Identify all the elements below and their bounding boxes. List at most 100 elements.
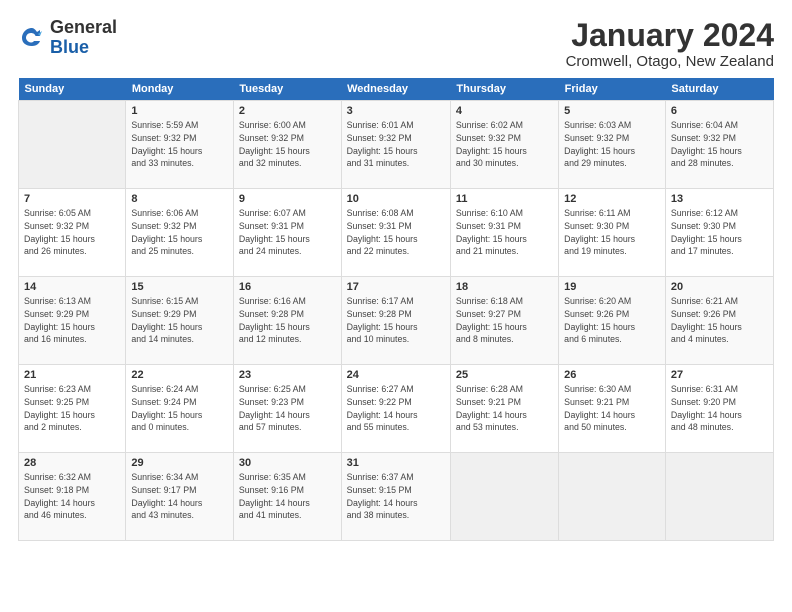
day-info: Sunrise: 6:35 AM Sunset: 9:16 PM Dayligh… — [239, 471, 336, 522]
calendar-cell — [450, 453, 558, 541]
day-number: 27 — [671, 369, 768, 381]
day-info: Sunrise: 6:24 AM Sunset: 9:24 PM Dayligh… — [131, 383, 228, 434]
calendar-cell: 17 Sunrise: 6:17 AM Sunset: 9:28 PM Dayli… — [341, 277, 450, 365]
weekday-header-wednesday: Wednesday — [341, 78, 450, 101]
calendar-cell: 27 Sunrise: 6:31 AM Sunset: 9:20 PM Dayli… — [665, 365, 773, 453]
day-number: 28 — [24, 457, 120, 469]
calendar-cell: 21 Sunrise: 6:23 AM Sunset: 9:25 PM Dayli… — [19, 365, 126, 453]
calendar-cell: 1Sunrise: 5:59 AM Sunset: 9:32 PM Daylig… — [126, 101, 234, 189]
day-info: Sunrise: 6:25 AM Sunset: 9:23 PM Dayligh… — [239, 383, 336, 434]
day-info: Sunrise: 6:06 AM Sunset: 9:32 PM Dayligh… — [131, 207, 228, 258]
day-number: 30 — [239, 457, 336, 469]
calendar-cell: 4Sunrise: 6:02 AM Sunset: 9:32 PM Daylig… — [450, 101, 558, 189]
day-info: Sunrise: 6:12 AM Sunset: 9:30 PM Dayligh… — [671, 207, 768, 258]
weekday-header-tuesday: Tuesday — [233, 78, 341, 101]
day-number: 2 — [239, 105, 336, 117]
page: General Blue January 2024 Cromwell, Otag… — [0, 0, 792, 612]
logo-text: General Blue — [50, 18, 117, 58]
calendar-cell: 7 Sunrise: 6:05 AM Sunset: 9:32 PM Daylig… — [19, 189, 126, 277]
day-number: 7 — [24, 193, 120, 205]
day-info: Sunrise: 6:11 AM Sunset: 9:30 PM Dayligh… — [564, 207, 660, 258]
day-info: Sunrise: 6:30 AM Sunset: 9:21 PM Dayligh… — [564, 383, 660, 434]
day-number: 13 — [671, 193, 768, 205]
location: Cromwell, Otago, New Zealand — [566, 53, 774, 70]
calendar-cell: 14 Sunrise: 6:13 AM Sunset: 9:29 PM Dayli… — [19, 277, 126, 365]
calendar-cell: 13 Sunrise: 6:12 AM Sunset: 9:30 PM Dayli… — [665, 189, 773, 277]
day-info: Sunrise: 6:17 AM Sunset: 9:28 PM Dayligh… — [347, 295, 445, 346]
day-number: 26 — [564, 369, 660, 381]
calendar-cell — [19, 101, 126, 189]
day-info: Sunrise: 6:37 AM Sunset: 9:15 PM Dayligh… — [347, 471, 445, 522]
day-number: 16 — [239, 281, 336, 293]
logo: General Blue — [18, 18, 117, 58]
day-number: 19 — [564, 281, 660, 293]
day-number: 11 — [456, 193, 553, 205]
day-number: 6 — [671, 105, 768, 117]
calendar-cell: 26 Sunrise: 6:30 AM Sunset: 9:21 PM Dayli… — [559, 365, 666, 453]
day-number: 4 — [456, 105, 553, 117]
day-number: 18 — [456, 281, 553, 293]
day-number: 3 — [347, 105, 445, 117]
day-info: Sunrise: 6:16 AM Sunset: 9:28 PM Dayligh… — [239, 295, 336, 346]
day-number: 21 — [24, 369, 120, 381]
day-number: 31 — [347, 457, 445, 469]
calendar-cell: 16 Sunrise: 6:16 AM Sunset: 9:28 PM Dayli… — [233, 277, 341, 365]
weekday-header-friday: Friday — [559, 78, 666, 101]
calendar-table: SundayMondayTuesdayWednesdayThursdayFrid… — [18, 78, 774, 541]
day-info: Sunrise: 6:20 AM Sunset: 9:26 PM Dayligh… — [564, 295, 660, 346]
calendar-cell: 10 Sunrise: 6:08 AM Sunset: 9:31 PM Dayli… — [341, 189, 450, 277]
calendar-cell: 24 Sunrise: 6:27 AM Sunset: 9:22 PM Dayli… — [341, 365, 450, 453]
calendar-cell: 29Sunrise: 6:34 AM Sunset: 9:17 PM Dayli… — [126, 453, 234, 541]
day-info: Sunrise: 6:31 AM Sunset: 9:20 PM Dayligh… — [671, 383, 768, 434]
day-info: Sunrise: 6:15 AM Sunset: 9:29 PM Dayligh… — [131, 295, 228, 346]
day-info: Sunrise: 6:08 AM Sunset: 9:31 PM Dayligh… — [347, 207, 445, 258]
calendar-cell: 8Sunrise: 6:06 AM Sunset: 9:32 PM Daylig… — [126, 189, 234, 277]
day-info: Sunrise: 6:21 AM Sunset: 9:26 PM Dayligh… — [671, 295, 768, 346]
logo-blue-text: Blue — [50, 38, 117, 58]
day-number: 24 — [347, 369, 445, 381]
day-number: 1 — [131, 105, 228, 117]
calendar-cell: 30 Sunrise: 6:35 AM Sunset: 9:16 PM Dayli… — [233, 453, 341, 541]
calendar-cell: 25 Sunrise: 6:28 AM Sunset: 9:21 PM Dayli… — [450, 365, 558, 453]
calendar-cell: 20Sunrise: 6:21 AM Sunset: 9:26 PM Dayli… — [665, 277, 773, 365]
day-number: 14 — [24, 281, 120, 293]
calendar-cell: 9 Sunrise: 6:07 AM Sunset: 9:31 PM Daylig… — [233, 189, 341, 277]
week-row-3: 14 Sunrise: 6:13 AM Sunset: 9:29 PM Dayli… — [19, 277, 774, 365]
calendar-cell: 28Sunrise: 6:32 AM Sunset: 9:18 PM Dayli… — [19, 453, 126, 541]
day-info: Sunrise: 6:07 AM Sunset: 9:31 PM Dayligh… — [239, 207, 336, 258]
day-info: Sunrise: 6:34 AM Sunset: 9:17 PM Dayligh… — [131, 471, 228, 522]
title-section: January 2024 Cromwell, Otago, New Zealan… — [566, 18, 774, 70]
day-info: Sunrise: 6:23 AM Sunset: 9:25 PM Dayligh… — [24, 383, 120, 434]
week-row-1: 1Sunrise: 5:59 AM Sunset: 9:32 PM Daylig… — [19, 101, 774, 189]
calendar-cell: 15Sunrise: 6:15 AM Sunset: 9:29 PM Dayli… — [126, 277, 234, 365]
logo-icon — [18, 24, 46, 52]
calendar-cell: 18 Sunrise: 6:18 AM Sunset: 9:27 PM Dayli… — [450, 277, 558, 365]
logo-general-text: General — [50, 18, 117, 38]
day-info: Sunrise: 6:18 AM Sunset: 9:27 PM Dayligh… — [456, 295, 553, 346]
calendar-cell — [559, 453, 666, 541]
month-title: January 2024 — [566, 18, 774, 53]
calendar-cell: 2Sunrise: 6:00 AM Sunset: 9:32 PM Daylig… — [233, 101, 341, 189]
day-number: 25 — [456, 369, 553, 381]
day-number: 9 — [239, 193, 336, 205]
day-info: Sunrise: 6:28 AM Sunset: 9:21 PM Dayligh… — [456, 383, 553, 434]
day-info: Sunrise: 6:04 AM Sunset: 9:32 PM Dayligh… — [671, 119, 768, 170]
week-row-2: 7 Sunrise: 6:05 AM Sunset: 9:32 PM Daylig… — [19, 189, 774, 277]
day-number: 10 — [347, 193, 445, 205]
day-info: Sunrise: 6:10 AM Sunset: 9:31 PM Dayligh… — [456, 207, 553, 258]
weekday-header-monday: Monday — [126, 78, 234, 101]
day-number: 12 — [564, 193, 660, 205]
week-row-5: 28Sunrise: 6:32 AM Sunset: 9:18 PM Dayli… — [19, 453, 774, 541]
weekday-header-saturday: Saturday — [665, 78, 773, 101]
calendar-cell — [665, 453, 773, 541]
day-number: 17 — [347, 281, 445, 293]
day-info: Sunrise: 6:13 AM Sunset: 9:29 PM Dayligh… — [24, 295, 120, 346]
calendar-cell: 5Sunrise: 6:03 AM Sunset: 9:32 PM Daylig… — [559, 101, 666, 189]
day-info: Sunrise: 6:27 AM Sunset: 9:22 PM Dayligh… — [347, 383, 445, 434]
day-number: 23 — [239, 369, 336, 381]
weekday-header-sunday: Sunday — [19, 78, 126, 101]
weekday-header-thursday: Thursday — [450, 78, 558, 101]
calendar-cell: 12 Sunrise: 6:11 AM Sunset: 9:30 PM Dayli… — [559, 189, 666, 277]
header: General Blue January 2024 Cromwell, Otag… — [18, 18, 774, 70]
day-info: Sunrise: 6:05 AM Sunset: 9:32 PM Dayligh… — [24, 207, 120, 258]
